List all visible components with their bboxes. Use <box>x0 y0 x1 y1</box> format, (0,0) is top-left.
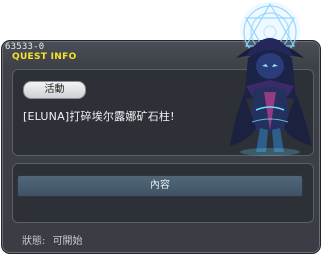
quest-info-title: QUEST INFO <box>12 52 77 62</box>
status-label: 狀態: <box>22 236 46 247</box>
quest-id: 63533-0 <box>5 42 45 52</box>
content-button[interactable]: 內容 <box>17 175 303 197</box>
quest-status: 狀態: 可開始 <box>22 232 87 247</box>
npc-avatar <box>216 0 324 158</box>
quest-category-badge: 活動 <box>23 81 86 99</box>
quest-content-panel: 內容 <box>12 163 314 223</box>
quest-name: [ELUNA]打碎埃尔露娜矿石柱! <box>23 110 175 123</box>
status-value: 可開始 <box>52 236 83 247</box>
